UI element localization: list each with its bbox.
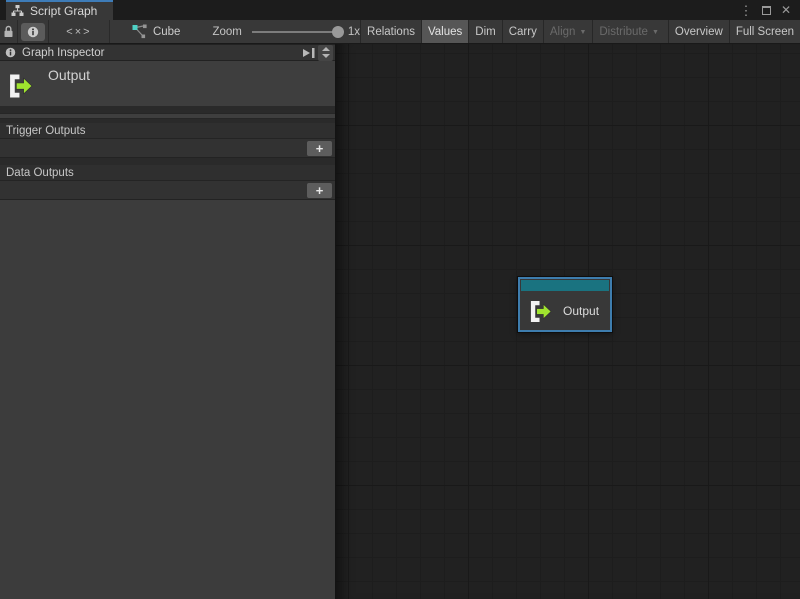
toolbar-buttons: Relations Values Dim Carry Align ▼ Distr… [360, 20, 800, 43]
close-button[interactable]: ✕ [778, 2, 794, 18]
graph-canvas[interactable]: Output [336, 44, 800, 599]
data-outputs-list: + [0, 181, 335, 200]
node-header [521, 280, 609, 291]
zoom-value: 1x [348, 26, 360, 38]
info-toggle-chip [21, 23, 45, 41]
zoom-slider[interactable] [252, 31, 338, 33]
titlebar: Script Graph ⋮ ✕ [0, 0, 800, 20]
window-controls: ⋮ ✕ [738, 0, 800, 20]
trigger-outputs-list: + [0, 139, 335, 158]
maximize-button[interactable] [758, 2, 774, 18]
graph-inspector-panel: Graph Inspector [0, 44, 336, 599]
inspector-empty-area [0, 200, 335, 599]
caret-down-icon: ▼ [579, 29, 586, 36]
graph-node-icon [132, 24, 148, 39]
caret-down-icon: ▼ [652, 29, 659, 36]
graph-target-button[interactable]: Cube [132, 20, 181, 43]
section-data-outputs: Data Outputs [0, 165, 335, 181]
zoom-control: Zoom 1x [212, 20, 360, 43]
zoom-label: Zoom [212, 26, 241, 38]
unit-title: Output [48, 67, 90, 83]
code-preview-button[interactable]: <×> [49, 20, 110, 43]
spinner-down-icon [322, 54, 330, 58]
dock-inspector-button[interactable] [300, 45, 318, 60]
dock-icon [302, 47, 316, 59]
node-label: Output [563, 304, 599, 318]
tab-title: Script Graph [30, 4, 97, 18]
button-carry[interactable]: Carry [502, 20, 543, 43]
output-unit-icon [8, 72, 33, 100]
script-graph-icon [11, 5, 24, 17]
unit-preview: Output [0, 61, 335, 107]
graph-toolbar: <×> Cube Zoom 1x Relations Values D [0, 20, 800, 44]
button-dim[interactable]: Dim [468, 20, 501, 43]
spinner-up-icon [322, 47, 330, 51]
button-align[interactable]: Align ▼ [543, 20, 593, 43]
divider [0, 158, 335, 165]
info-icon [27, 26, 39, 38]
zoom-slider-handle[interactable] [332, 26, 344, 38]
script-graph-window: Script Graph ⋮ ✕ [0, 0, 800, 599]
button-relations[interactable]: Relations [360, 20, 421, 43]
info-icon [5, 47, 16, 58]
lock-icon [3, 25, 14, 38]
node-output[interactable]: Output [518, 277, 612, 332]
button-overview[interactable]: Overview [668, 20, 729, 43]
inspector-toggle-button[interactable] [18, 20, 49, 43]
menu-icon: ⋮ [740, 4, 753, 17]
close-icon: ✕ [781, 3, 791, 17]
lock-button[interactable] [0, 20, 18, 43]
node-body: Output [520, 292, 610, 330]
target-label: Cube [153, 26, 181, 38]
inspector-spinner[interactable] [318, 45, 333, 61]
button-distribute[interactable]: Distribute ▼ [592, 20, 665, 43]
add-data-output-button[interactable]: + [307, 183, 332, 198]
section-trigger-outputs: Trigger Outputs [0, 123, 335, 139]
plus-icon: + [316, 184, 324, 197]
add-trigger-output-button[interactable]: + [307, 141, 332, 156]
inspector-title: Graph Inspector [22, 47, 300, 59]
graph-inspector-header: Graph Inspector [0, 44, 335, 61]
maximize-icon [762, 6, 771, 15]
plus-icon: + [316, 142, 324, 155]
window-menu-button[interactable]: ⋮ [738, 2, 754, 18]
tab-script-graph[interactable]: Script Graph [6, 0, 113, 20]
button-values[interactable]: Values [421, 20, 468, 43]
button-fullscreen[interactable]: Full Screen [729, 20, 800, 43]
output-unit-icon [529, 299, 552, 324]
code-icon: <×> [66, 26, 91, 38]
